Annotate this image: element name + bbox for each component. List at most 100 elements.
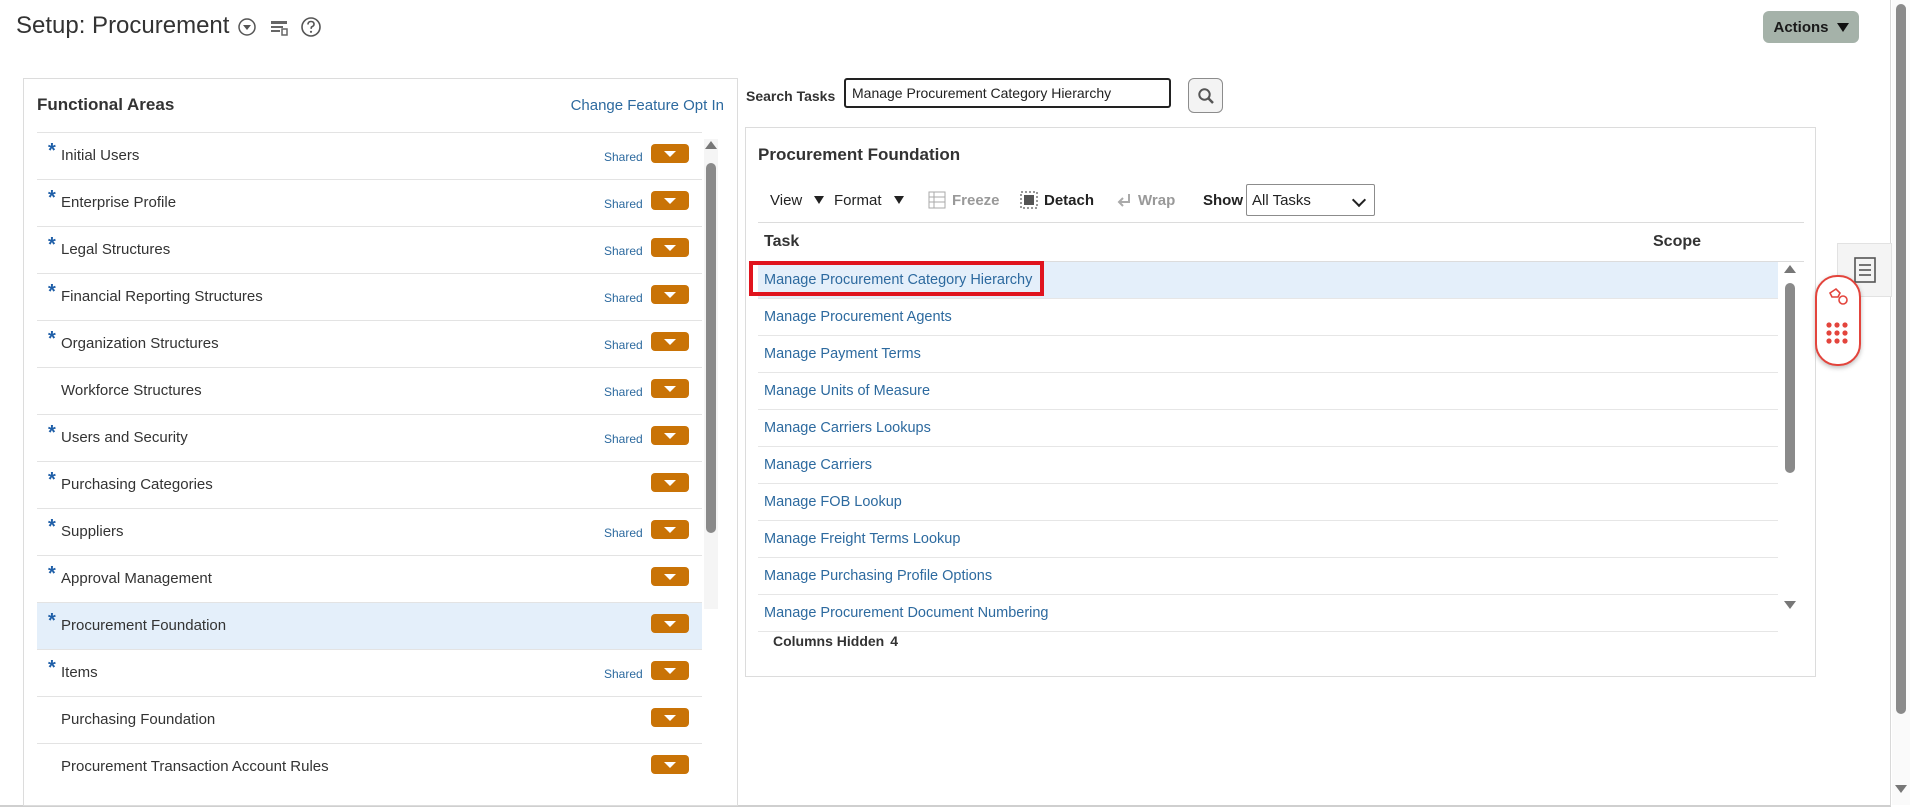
scope-column-header[interactable]: Scope — [1653, 233, 1701, 251]
functional-area-item[interactable]: Procurement Transaction Account Rules — [37, 743, 702, 790]
shared-link[interactable]: Shared — [604, 667, 643, 681]
functional-area-item[interactable]: Purchasing Foundation — [37, 696, 702, 743]
area-actions-dropdown-icon[interactable] — [651, 191, 689, 210]
task-link[interactable]: Manage Procurement Agents — [764, 309, 952, 325]
scroll-down-icon[interactable] — [1784, 601, 1796, 609]
wrap-button[interactable]: Wrap — [1116, 184, 1175, 216]
functional-area-label[interactable]: Items — [61, 664, 98, 681]
floating-assist-widget[interactable] — [1815, 275, 1861, 366]
task-row[interactable]: Manage Carriers — [758, 447, 1778, 484]
shared-link[interactable]: Shared — [604, 385, 643, 399]
shared-link[interactable]: Shared — [604, 526, 643, 540]
functional-area-label[interactable]: Procurement Foundation — [61, 617, 226, 634]
shared-link[interactable]: Shared — [604, 338, 643, 352]
area-actions-dropdown-icon[interactable] — [651, 379, 689, 398]
shared-link[interactable]: Shared — [604, 197, 643, 211]
functional-area-item[interactable]: * Items Shared — [37, 649, 702, 696]
area-actions-dropdown-icon[interactable] — [651, 755, 689, 774]
area-actions-dropdown-icon[interactable] — [651, 144, 689, 163]
task-link[interactable]: Manage FOB Lookup — [764, 494, 902, 510]
task-row[interactable]: Manage FOB Lookup — [758, 484, 1778, 521]
search-tasks-input[interactable] — [844, 78, 1171, 108]
list-settings-icon[interactable] — [268, 16, 290, 38]
functional-area-item[interactable]: * Legal Structures Shared — [37, 226, 702, 273]
task-row[interactable]: Manage Payment Terms — [758, 336, 1778, 373]
assist-hand-icon — [1828, 287, 1848, 305]
area-actions-dropdown-icon[interactable] — [651, 238, 689, 257]
functional-area-label[interactable]: Workforce Structures — [61, 382, 202, 399]
task-link[interactable]: Manage Freight Terms Lookup — [764, 531, 960, 547]
scroll-up-icon[interactable] — [705, 141, 717, 149]
task-row[interactable]: Manage Purchasing Profile Options — [758, 558, 1778, 595]
task-link[interactable]: Manage Carriers — [764, 457, 872, 473]
area-actions-dropdown-icon[interactable] — [651, 661, 689, 680]
view-menu[interactable]: View — [770, 184, 825, 216]
scroll-up-icon[interactable] — [1784, 265, 1796, 273]
task-row[interactable]: Manage Procurement Agents — [758, 299, 1778, 336]
tasks-panel: Procurement Foundation View Format Freez… — [745, 127, 1816, 677]
functional-area-label[interactable]: Organization Structures — [61, 335, 219, 352]
functional-area-label[interactable]: Legal Structures — [61, 241, 170, 258]
functional-area-item[interactable]: * Organization Structures Shared — [37, 320, 702, 367]
required-marker: * — [48, 234, 56, 256]
area-actions-dropdown-icon[interactable] — [651, 520, 689, 539]
functional-areas-header: Functional Areas — [37, 95, 175, 114]
area-actions-dropdown-icon[interactable] — [651, 614, 689, 633]
task-link[interactable]: Manage Purchasing Profile Options — [764, 568, 992, 584]
actions-button[interactable]: Actions — [1763, 11, 1859, 43]
change-feature-opt-in-link[interactable]: Change Feature Opt In — [571, 97, 724, 114]
area-actions-dropdown-icon[interactable] — [651, 332, 689, 351]
task-column-header[interactable]: Task — [764, 233, 799, 251]
show-select[interactable]: All Tasks — [1246, 184, 1375, 216]
functional-area-label[interactable]: Suppliers — [61, 523, 124, 540]
shared-link[interactable]: Shared — [604, 432, 643, 446]
chevron-down-icon[interactable] — [236, 16, 258, 38]
functional-area-item[interactable]: * Financial Reporting Structures Shared — [37, 273, 702, 320]
page-scrollbar[interactable] — [1892, 0, 1910, 805]
task-row[interactable]: Manage Units of Measure — [758, 373, 1778, 410]
functional-area-label[interactable]: Purchasing Foundation — [61, 711, 215, 728]
functional-area-item[interactable]: * Enterprise Profile Shared — [37, 179, 702, 226]
task-link[interactable]: Manage Carriers Lookups — [764, 420, 931, 436]
functional-area-label[interactable]: Financial Reporting Structures — [61, 288, 263, 305]
shared-link[interactable]: Shared — [604, 244, 643, 258]
task-row[interactable]: Manage Procurement Category Hierarchy — [749, 261, 1778, 299]
help-icon[interactable] — [300, 16, 322, 38]
functional-area-item[interactable]: * Suppliers Shared — [37, 508, 702, 555]
required-marker: * — [48, 657, 56, 679]
area-actions-dropdown-icon[interactable] — [651, 473, 689, 492]
task-row[interactable]: Manage Procurement Document Numbering — [758, 595, 1778, 632]
functional-area-item[interactable]: * Approval Management — [37, 555, 702, 602]
functional-area-label[interactable]: Users and Security — [61, 429, 188, 446]
area-actions-dropdown-icon[interactable] — [651, 285, 689, 304]
format-menu[interactable]: Format — [834, 184, 904, 216]
task-row[interactable]: Manage Carriers Lookups — [758, 410, 1778, 447]
functional-area-label[interactable]: Initial Users — [61, 147, 139, 164]
functional-areas-scrollbar[interactable] — [704, 139, 718, 609]
task-row[interactable]: Manage Freight Terms Lookup — [758, 521, 1778, 558]
functional-area-item[interactable]: Workforce Structures Shared — [37, 367, 702, 414]
tasks-scrollbar[interactable] — [1783, 265, 1797, 613]
shared-link[interactable]: Shared — [604, 291, 643, 305]
scroll-down-icon[interactable] — [1895, 785, 1907, 793]
area-actions-dropdown-icon[interactable] — [651, 708, 689, 727]
functional-area-item[interactable]: * Purchasing Categories — [37, 461, 702, 508]
apps-grid-icon — [1826, 322, 1848, 344]
functional-area-item[interactable]: * Procurement Foundation — [37, 602, 702, 649]
functional-area-label[interactable]: Enterprise Profile — [61, 194, 176, 211]
functional-area-label[interactable]: Purchasing Categories — [61, 476, 213, 493]
functional-area-item[interactable]: * Initial Users Shared — [37, 132, 702, 179]
area-actions-dropdown-icon[interactable] — [651, 426, 689, 445]
search-button[interactable] — [1188, 78, 1223, 113]
shared-link[interactable]: Shared — [604, 150, 643, 164]
area-actions-dropdown-icon[interactable] — [651, 567, 689, 586]
freeze-button[interactable]: Freeze — [928, 184, 1000, 216]
task-link[interactable]: Manage Procurement Document Numbering — [764, 605, 1049, 621]
functional-area-item[interactable]: * Users and Security Shared — [37, 414, 702, 461]
detach-button[interactable]: Detach — [1020, 184, 1094, 216]
task-link[interactable]: Manage Payment Terms — [764, 346, 921, 362]
functional-area-label[interactable]: Approval Management — [61, 570, 212, 587]
columns-hidden-indicator: Columns Hidden 4 — [773, 633, 904, 649]
functional-area-label[interactable]: Procurement Transaction Account Rules — [61, 758, 329, 775]
task-link[interactable]: Manage Units of Measure — [764, 383, 930, 399]
